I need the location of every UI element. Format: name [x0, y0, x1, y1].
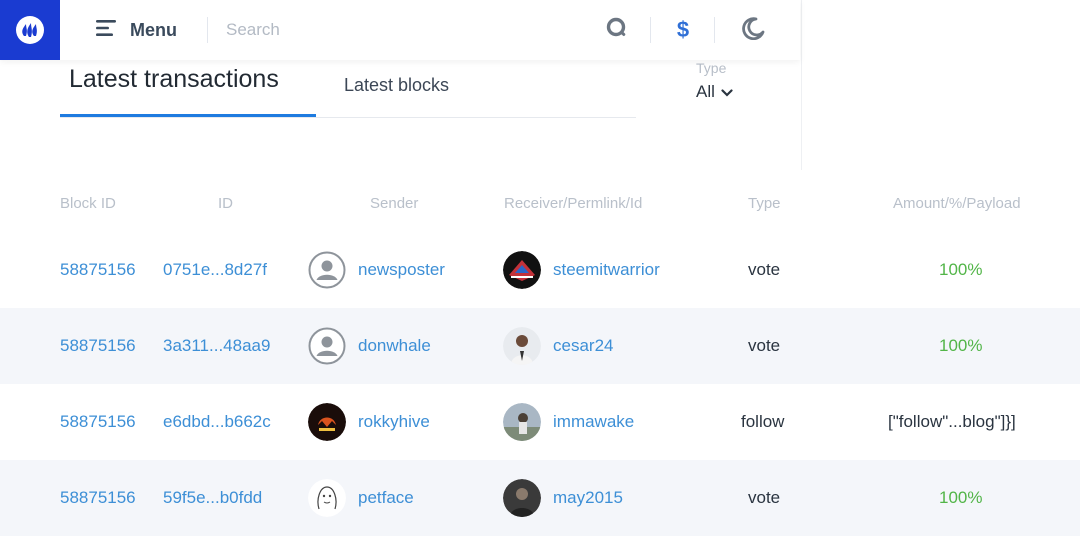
transaction-type: vote: [748, 488, 781, 507]
sender-name: donwhale: [358, 336, 431, 355]
column-header-type: Type: [748, 195, 781, 212]
sender-user[interactable]: donwhale: [308, 308, 431, 384]
sender-user[interactable]: petface: [308, 460, 414, 536]
sender-name: petface: [358, 488, 414, 507]
column-header-id: ID: [218, 195, 233, 212]
tab-label: Latest transactions: [69, 65, 279, 93]
transaction-amount: 100%: [939, 488, 983, 507]
search-button[interactable]: [597, 10, 637, 50]
default-avatar-icon: [308, 327, 346, 365]
search-input[interactable]: [226, 15, 586, 45]
chevron-down-icon: [721, 82, 733, 102]
sender-name: rokkyhive: [358, 412, 430, 431]
currency-button[interactable]: $: [663, 10, 703, 50]
tab-label: Latest blocks: [344, 75, 450, 95]
transaction-id-link[interactable]: 3a311...48aa9: [163, 308, 270, 384]
column-header-receiver: Receiver/Permlink/Id: [504, 195, 643, 212]
transaction-id-link[interactable]: e6dbd...b662c: [163, 384, 271, 460]
block-id-link[interactable]: 58875156: [60, 460, 136, 536]
steem-logo-icon[interactable]: [0, 0, 60, 60]
receiver-name: cesar24: [553, 336, 614, 355]
column-header-amount: Amount/%/Payload: [893, 195, 1021, 212]
avatar: [503, 479, 541, 517]
table-header: Block ID ID Sender Receiver/Permlink/Id …: [0, 174, 1080, 232]
type-filter-dropdown[interactable]: Type All: [696, 60, 733, 102]
sender-user[interactable]: newsposter: [308, 232, 445, 308]
table-row: 58875156 59f5e...b0fdd petface may2015 v…: [0, 460, 1080, 536]
type-filter-selected: All: [696, 82, 715, 101]
block-id-link[interactable]: 58875156: [60, 384, 136, 460]
column-header-sender: Sender: [370, 195, 419, 212]
moon-icon: [741, 16, 765, 45]
menu-icon: [96, 19, 118, 42]
transaction-amount: 100%: [939, 336, 983, 355]
theme-toggle-button[interactable]: [733, 10, 773, 50]
receiver-user[interactable]: cesar24: [503, 308, 613, 384]
tab-latest-transactions[interactable]: Latest transactions: [60, 59, 316, 117]
transaction-type: follow: [741, 412, 785, 431]
avatar: [308, 403, 346, 441]
divider: [207, 17, 208, 43]
block-id-link[interactable]: 58875156: [60, 232, 136, 308]
top-bar: Menu $: [0, 0, 800, 60]
receiver-user[interactable]: immawake: [503, 384, 634, 460]
avatar: [503, 403, 541, 441]
dollar-icon: $: [676, 17, 690, 42]
table-row: 58875156 3a311...48aa9 donwhale cesar24 …: [0, 308, 1080, 384]
receiver-name: steemitwarrior: [553, 260, 660, 279]
transaction-amount: 100%: [939, 260, 983, 279]
type-filter-value: All: [696, 82, 733, 102]
divider: [714, 17, 715, 43]
receiver-user[interactable]: steemitwarrior: [503, 232, 660, 308]
table-row: 58875156 e6dbd...b662c rokkyhive immawak…: [0, 384, 1080, 460]
type-filter-label: Type: [696, 60, 727, 76]
sender-user[interactable]: rokkyhive: [308, 384, 430, 460]
receiver-name: immawake: [553, 412, 635, 431]
panel-divider: [801, 0, 802, 170]
avatar: [503, 327, 541, 365]
receiver-name: may2015: [553, 488, 623, 507]
search-icon: [606, 17, 628, 44]
menu-button[interactable]: Menu: [96, 0, 177, 60]
transaction-type: vote: [748, 260, 781, 279]
transaction-id-link[interactable]: 0751e...8d27f: [163, 232, 267, 308]
receiver-user[interactable]: may2015: [503, 460, 623, 536]
transactions-table: Block ID ID Sender Receiver/Permlink/Id …: [0, 174, 1080, 536]
block-id-link[interactable]: 58875156: [60, 308, 136, 384]
divider: [650, 17, 651, 43]
table-row: 58875156 0751e...8d27f newsposter steemi…: [0, 232, 1080, 308]
avatar: [308, 479, 346, 517]
transaction-type: vote: [748, 336, 781, 355]
transaction-id-link[interactable]: 59f5e...b0fdd: [163, 460, 262, 536]
menu-label: Menu: [130, 19, 177, 40]
tab-bar: Latest transactions Latest blocks: [60, 60, 636, 118]
transaction-payload: ["follow"...blog"]}]: [888, 412, 1016, 431]
avatar: [503, 251, 541, 289]
column-header-block-id: Block ID: [60, 195, 116, 212]
sender-name: newsposter: [358, 260, 445, 279]
default-avatar-icon: [308, 251, 346, 289]
